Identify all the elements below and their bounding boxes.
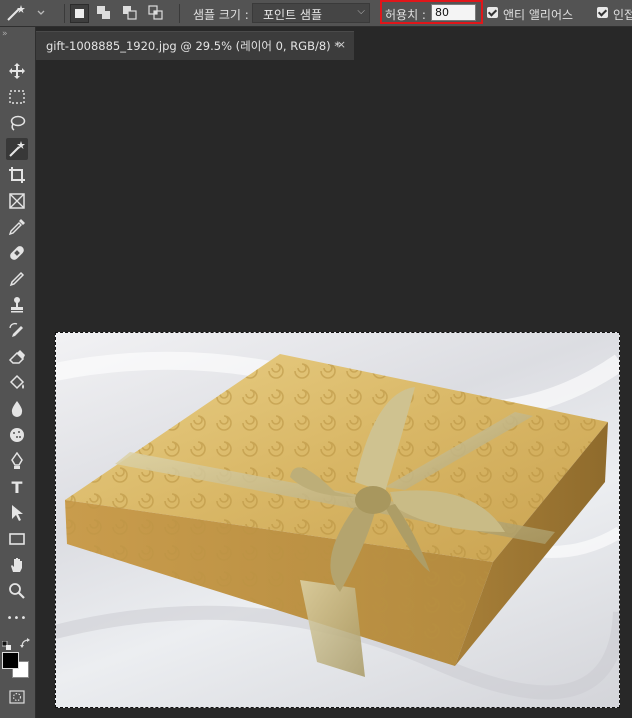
history-brush-tool[interactable] [6, 320, 28, 342]
chevron-down-icon: ⌵ [357, 6, 365, 17]
magic-wand-icon [9, 141, 25, 157]
collapse-toolbox-icon[interactable]: » [2, 29, 7, 39]
magic-wand-tool[interactable] [6, 138, 28, 160]
frame-icon [9, 193, 25, 209]
edit-toolbar-button[interactable]: ••• [6, 607, 28, 629]
quick-mask-button[interactable] [9, 689, 25, 704]
swap-colors-icon[interactable] [20, 635, 32, 648]
separator [64, 4, 65, 23]
crop-tool[interactable] [6, 164, 28, 186]
pen-icon [11, 452, 23, 469]
paint-bucket-icon [9, 374, 25, 390]
eraser-icon [8, 350, 25, 364]
sample-size-label: 샘플 크기 : [193, 8, 249, 22]
more-icon: ••• [6, 612, 28, 624]
toolbox: » T ••• [0, 27, 36, 718]
drop-icon [11, 401, 23, 417]
eraser-tool[interactable] [6, 346, 28, 368]
anti-alias-label: 앤티 앨리어스 [503, 8, 574, 22]
eyedropper-icon [8, 219, 25, 236]
rectangle-icon [9, 533, 25, 545]
document-tab[interactable]: gift-1008885_1920.jpg @ 29.5% (레이어 0, RG… [36, 31, 354, 60]
type-icon: T [11, 477, 23, 497]
add-to-selection-button[interactable] [95, 4, 114, 23]
separator [179, 4, 180, 23]
arrow-cursor-icon [12, 505, 23, 521]
type-tool[interactable]: T [6, 476, 28, 498]
paint-bucket-tool[interactable] [6, 372, 28, 394]
hand-icon [11, 558, 22, 572]
zoom-icon [9, 583, 25, 599]
magic-wand-tool-preset-picker[interactable] [4, 3, 48, 23]
sponge-tool[interactable] [6, 424, 28, 446]
rectangle-tool[interactable] [6, 528, 28, 550]
document-tab-title: gift-1008885_1920.jpg @ 29.5% (레이어 0, RG… [46, 39, 341, 53]
bandage-icon [10, 246, 24, 260]
intersect-selection-icon [148, 5, 163, 20]
lasso-tool[interactable] [6, 112, 28, 134]
move-tool[interactable] [6, 60, 28, 82]
document-canvas[interactable] [55, 332, 620, 708]
anti-alias-checkbox[interactable] [487, 7, 498, 18]
magic-wand-icon [7, 5, 45, 21]
pen-tool[interactable] [6, 450, 28, 472]
stamp-icon [11, 297, 23, 313]
default-colors-icon[interactable] [1, 636, 12, 650]
clone-stamp-tool[interactable] [6, 294, 28, 316]
lasso-icon [10, 115, 26, 131]
options-bar: 샘플 크기 : 포인트 샘플 ⌵ 허용치 : 80 앤티 앨리어스 인접 [0, 0, 632, 27]
tolerance-input[interactable]: 80 [431, 4, 476, 21]
blur-tool[interactable] [6, 398, 28, 420]
healing-brush-tool[interactable] [6, 242, 28, 264]
intersect-selection-button[interactable] [147, 4, 166, 23]
close-icon[interactable]: × [337, 38, 346, 51]
contiguous-label: 인접 [613, 8, 632, 22]
subtract-from-selection-button[interactable] [121, 4, 140, 23]
eyedropper-tool[interactable] [6, 216, 28, 238]
new-selection-button[interactable] [70, 4, 89, 23]
gift-box-image [55, 351, 620, 700]
subtract-selection-icon [123, 6, 137, 20]
sample-size-select[interactable]: 포인트 샘플 ⌵ [252, 3, 370, 23]
frame-tool[interactable] [6, 190, 28, 212]
sample-size-value: 포인트 샘플 [263, 8, 323, 22]
add-selection-icon [97, 6, 110, 19]
rectangular-marquee-tool[interactable] [6, 86, 28, 108]
zoom-tool[interactable] [6, 580, 28, 602]
contiguous-checkbox[interactable] [597, 7, 608, 18]
hand-tool[interactable] [6, 554, 28, 576]
tolerance-label: 허용치 : [385, 8, 426, 22]
quick-mask-icon [9, 690, 25, 704]
move-icon [9, 63, 25, 79]
history-brush-icon [9, 322, 23, 337]
foreground-color-swatch[interactable] [2, 652, 19, 669]
crop-icon [9, 167, 25, 183]
document-tab-bar: gift-1008885_1920.jpg @ 29.5% (레이어 0, RG… [36, 27, 632, 60]
new-selection-icon [75, 9, 84, 18]
marquee-icon [9, 90, 25, 104]
pencil-brush-icon [9, 271, 25, 287]
brush-tool[interactable] [6, 268, 28, 290]
path-selection-tool[interactable] [6, 502, 28, 524]
sponge-icon [10, 428, 24, 442]
